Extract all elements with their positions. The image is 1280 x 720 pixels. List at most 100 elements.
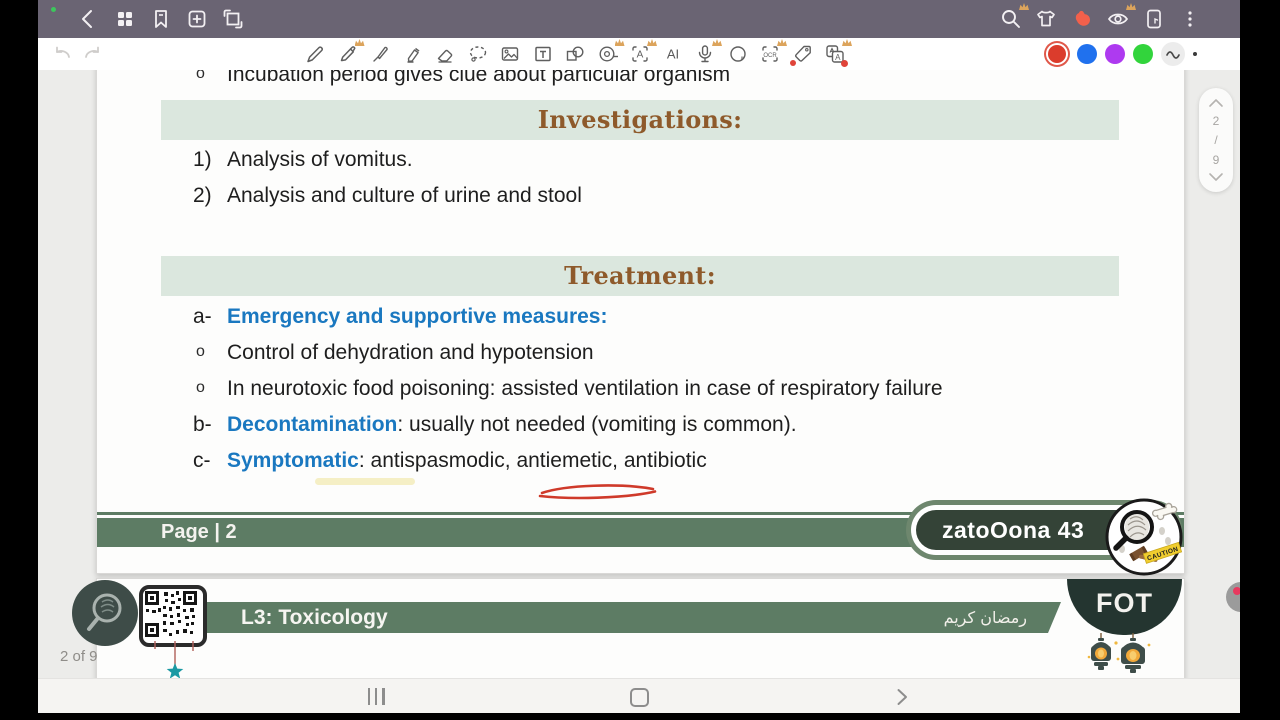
svg-text:AI: AI <box>666 47 678 62</box>
premium-crown-icon <box>1126 3 1136 10</box>
doc-emphasis: Symptomatic <box>227 449 359 472</box>
color-swatch-group <box>1045 42 1197 66</box>
doc-line: c- Symptomatic: antispasmodic, antiemeti… <box>97 449 1184 475</box>
stroke-style-icon[interactable] <box>1161 42 1185 66</box>
pencil-tool-icon[interactable] <box>337 39 365 65</box>
doc-line: a- Emergency and supportive measures: <box>97 305 1184 331</box>
doc-text: Analysis and culture of urine and stool <box>227 184 582 207</box>
back-nav-icon[interactable] <box>895 687 909 707</box>
pdf-page-3: L3: Toxicology رمضان كريم FOT <box>72 578 1185 678</box>
record-dot-icon <box>1233 587 1240 595</box>
svg-text:A: A <box>835 53 841 62</box>
device-pages-icon[interactable] <box>1142 7 1166 31</box>
detective-logo-icon: CAUTION <box>1105 498 1183 576</box>
more-menu-icon[interactable] <box>1178 7 1202 31</box>
doc-rest: : antispasmodic, antiemetic, antibiotic <box>358 449 707 472</box>
document-canvas[interactable]: o Incubation period gives clue about par… <box>38 70 1240 678</box>
color-swatch-green[interactable] <box>1133 44 1153 64</box>
chevron-down-icon[interactable] <box>1208 172 1224 182</box>
page-status-label: 2 of 9 <box>60 648 98 665</box>
ballpoint-tool-icon[interactable] <box>369 43 391 65</box>
sticker-tool-icon[interactable] <box>727 43 749 65</box>
color-swatch-purple[interactable] <box>1105 44 1125 64</box>
doc-rest: : usually not needed (vomiting is common… <box>397 413 797 436</box>
doc-text: Emergency and supportive measures: <box>227 305 607 329</box>
grid-view-icon[interactable] <box>113 7 137 31</box>
premium-crown-icon <box>647 39 657 46</box>
eraser-tool-icon[interactable] <box>434 43 456 65</box>
doc-line: 1) Analysis of vomitus. <box>97 148 1184 174</box>
premium-crown-icon <box>354 39 365 46</box>
stroke-width-dot-icon[interactable] <box>1193 52 1197 56</box>
redo-icon[interactable] <box>81 43 103 65</box>
color-swatch-blue[interactable] <box>1077 44 1097 64</box>
translate-tool-icon[interactable]: A <box>824 39 852 67</box>
recording-indicator-button[interactable] <box>1226 582 1240 612</box>
tape-tool-icon[interactable] <box>597 39 625 65</box>
page-scrubber[interactable]: 2 / 9 <box>1199 88 1233 192</box>
undo-icon[interactable] <box>52 43 74 65</box>
ai-assistant-icon[interactable]: AI <box>662 43 684 65</box>
lecture-title: L3: Toxicology <box>241 606 388 629</box>
pen-tool-icon[interactable] <box>304 43 326 65</box>
premium-crown-icon <box>614 39 625 46</box>
chevron-up-icon[interactable] <box>1208 98 1224 108</box>
ocr-tool-icon[interactable]: OCR <box>759 39 787 65</box>
svg-text:OCR: OCR <box>763 53 777 59</box>
pager-separator: / <box>1214 133 1218 147</box>
list-marker: 2) <box>193 184 212 207</box>
shapes-tool-icon[interactable] <box>564 43 586 65</box>
doc-text: Analysis of vomitus. <box>227 148 413 171</box>
premium-crown-icon <box>712 39 722 46</box>
list-marker: a- <box>193 305 212 328</box>
screenshot-icon[interactable] <box>221 7 245 31</box>
theme-shirt-icon[interactable] <box>1034 7 1058 31</box>
text-recognition-tool-icon[interactable]: A <box>629 39 657 65</box>
ramadan-calligraphy: رمضان كريم <box>943 608 1027 627</box>
doc-text: In neurotoxic food poisoning: assisted v… <box>227 377 943 401</box>
lecture-banner: L3: Toxicology رمضان كريم <box>157 602 1061 633</box>
system-nav-bar <box>38 678 1240 713</box>
pointer-hand-icon[interactable] <box>1070 7 1094 31</box>
highlighter-tool-icon[interactable] <box>402 43 424 65</box>
list-marker: o <box>196 343 205 360</box>
treatment-header: Treatment: <box>161 256 1119 296</box>
pager-total: 9 <box>1212 152 1220 167</box>
text-tool-icon[interactable] <box>532 43 554 65</box>
pager-current: 2 <box>1212 113 1220 128</box>
list-marker: c- <box>193 449 211 472</box>
qr-code <box>139 585 207 647</box>
doc-line: o Incubation period gives clue about par… <box>97 70 1184 89</box>
annotation-toolbar: A AI OCR A <box>38 38 1240 71</box>
color-swatch-red[interactable] <box>1048 45 1066 63</box>
premium-crown-icon <box>1019 3 1029 10</box>
home-icon[interactable] <box>630 688 649 707</box>
fot-label: FOT <box>1096 588 1153 618</box>
doc-text: Decontamination: usually not needed (vom… <box>227 413 797 437</box>
pdf-page-2: o Incubation period gives clue about par… <box>96 70 1185 576</box>
camera-active-indicator <box>51 7 56 12</box>
tool-group: A AI OCR A <box>304 39 852 67</box>
doc-text: Symptomatic: antispasmodic, antiemetic, … <box>227 449 707 473</box>
doc-emphasis: Emergency and supportive measures: <box>227 305 608 328</box>
doc-line: o In neurotoxic food poisoning: assisted… <box>97 377 1184 403</box>
reading-mode-eye-icon[interactable] <box>1106 3 1136 31</box>
premium-crown-icon <box>842 39 852 46</box>
bookmark-icon[interactable] <box>149 7 173 31</box>
ramadan-lanterns-icon <box>1087 633 1151 673</box>
search-icon[interactable] <box>999 3 1029 31</box>
microphone-tool-icon[interactable] <box>694 39 722 65</box>
notes-app-window: A AI OCR A o Incubation period gives clu… <box>38 0 1240 713</box>
doc-text: Incubation period gives clue about parti… <box>227 70 731 86</box>
recent-apps-icon[interactable] <box>368 688 385 705</box>
image-tool-icon[interactable] <box>499 43 521 65</box>
doc-emphasis: Decontamination <box>227 413 398 436</box>
top-bar <box>38 0 1240 38</box>
red-underline-annotation <box>538 484 657 500</box>
back-icon[interactable] <box>76 7 100 31</box>
lasso-tool-icon[interactable] <box>467 43 489 65</box>
doc-line: 2) Analysis and culture of urine and sto… <box>97 184 1184 210</box>
add-page-icon[interactable] <box>185 7 209 31</box>
notification-dot <box>789 60 796 66</box>
tag-tool-icon[interactable] <box>789 43 814 66</box>
